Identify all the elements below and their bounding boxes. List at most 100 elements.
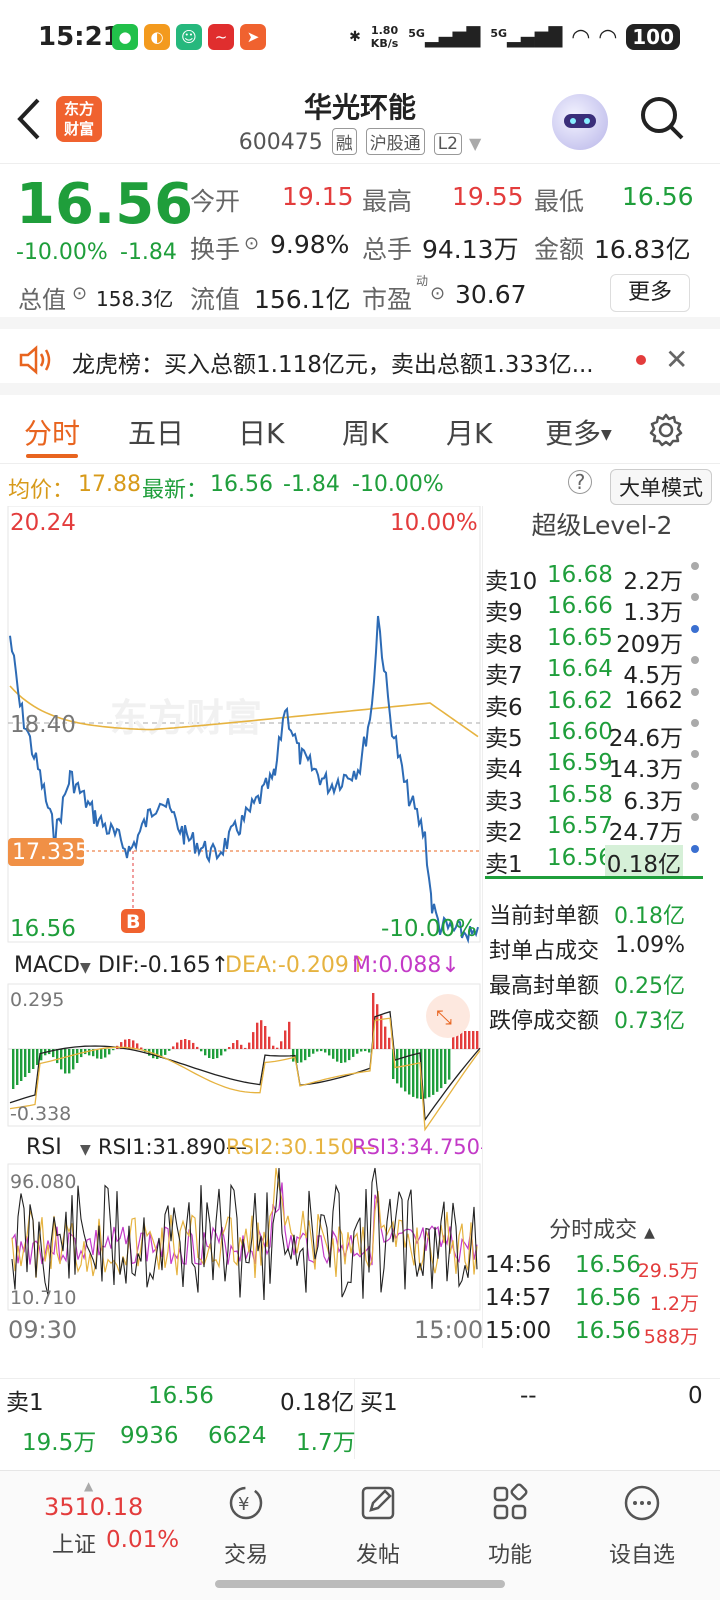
macd-bar <box>36 1049 39 1065</box>
macd-bar <box>336 1049 339 1062</box>
level2-title[interactable]: 超级Level-2 <box>483 506 720 546</box>
ask-volume: 6.3万 <box>623 788 683 815</box>
macd-bar <box>424 1049 427 1099</box>
tab-weekly-k[interactable]: 周K <box>342 412 388 452</box>
volume-value: 94.13万 <box>422 235 519 264</box>
macd-bar <box>276 1047 279 1049</box>
rsi1-line <box>11 1167 478 1301</box>
macd-bar <box>312 1049 315 1054</box>
open-label: 今开 <box>190 187 241 216</box>
macd-bar <box>300 1049 303 1063</box>
tab-more[interactable]: 更多▼ <box>545 412 612 452</box>
macd-bar <box>448 1049 451 1080</box>
macd-bar <box>240 1044 243 1049</box>
limit-stat-row: 封单占成交 1.09% <box>483 933 705 965</box>
ask-dot <box>691 593 699 602</box>
tab-daily-k[interactable]: 日K <box>238 412 284 452</box>
ask-volume: 24.7万 <box>608 820 683 847</box>
index-name: 上证 <box>52 1533 97 1558</box>
change-abs: -1.84 <box>120 240 177 265</box>
macd-bar <box>444 1049 447 1084</box>
ask-label: 卖4 <box>485 757 523 784</box>
ask-label: 卖8 <box>485 631 523 658</box>
bottom-price-label: 16.56 <box>10 916 76 942</box>
pe-info-icon[interactable]: ⊙ <box>430 283 445 304</box>
chart-tabs: 分时 五日 日K 周K 月K 更多▼ <box>0 400 720 464</box>
home-indicator[interactable] <box>215 1580 505 1588</box>
help-icon[interactable]: ? <box>568 470 592 494</box>
macd-bar <box>324 1049 327 1053</box>
low-value: 16.56 <box>622 182 694 211</box>
amount-label: 金额 <box>534 235 585 264</box>
ask-dot <box>691 844 699 853</box>
ask-row[interactable]: 卖8 16.65 209万 <box>483 624 705 658</box>
tick-price: 16.56 <box>575 1318 641 1344</box>
more-button[interactable]: 更多 <box>610 274 690 312</box>
close-icon[interactable]: ✕ <box>665 343 688 376</box>
macd-bar <box>188 1040 191 1049</box>
macd-bar <box>192 1042 195 1049</box>
nav-post[interactable]: 发帖 <box>328 1483 428 1569</box>
macd-bar <box>472 1031 475 1049</box>
watermark: 东方财富 <box>110 696 262 740</box>
info-icon[interactable]: ⊙ <box>72 283 87 304</box>
wechat-icon: ● <box>112 24 138 50</box>
turnover-info-icon[interactable]: ⊙ <box>244 233 259 254</box>
nav-add-watchlist[interactable]: 设自选 <box>592 1483 692 1569</box>
ask-row[interactable]: 卖6 16.62 1662 <box>483 687 705 721</box>
ask-row[interactable]: 卖4 16.59 14.3万 <box>483 750 705 784</box>
ask-row[interactable]: 卖2 16.57 24.7万 <box>483 813 705 847</box>
ask-row[interactable]: 卖1 16.56 0.18亿 <box>483 844 705 879</box>
macd-bar <box>12 1049 15 1089</box>
tab-intraday[interactable]: 分时 <box>24 412 80 458</box>
ticks-title[interactable]: 分时成交 ▲ <box>483 1212 720 1244</box>
rsi-dropdown-icon: ▼ <box>80 1142 91 1158</box>
ask-volume: 0.18亿 <box>604 844 683 879</box>
ask-row[interactable]: 卖10 16.68 2.2万 <box>483 562 705 595</box>
tick-time: 15:00 <box>485 1318 552 1344</box>
macd-bar <box>360 1049 363 1052</box>
macd-bar <box>412 1049 415 1097</box>
rsi1-value: RSI1:31.890— <box>98 1135 247 1159</box>
stat-label: 封单占成交 <box>489 939 600 964</box>
macd-bar <box>184 1039 187 1049</box>
intraday-chart[interactable]: 东方财富 20.24 10.00% 18.40 17.335 B 16.56 -… <box>0 506 482 1348</box>
buy1-price: -- <box>520 1383 537 1409</box>
macd-bar <box>212 1049 215 1059</box>
volume-label: 总手 <box>362 235 413 264</box>
detail-cell: 1.7万 <box>296 1430 356 1456</box>
amount-value: 16.83亿 <box>594 235 691 264</box>
high-label: 最高 <box>362 187 413 216</box>
macd-bar <box>428 1049 431 1098</box>
macd-bar <box>308 1049 311 1057</box>
macd-bar <box>260 1020 263 1049</box>
notice-bar[interactable]: 龙虎榜：买入总额1.118亿元，卖出总额1.333亿... ✕ <box>0 329 720 395</box>
stock-code-row[interactable]: 600475 融 沪股通 L2 ▼ <box>0 128 720 155</box>
tab-five-day[interactable]: 五日 <box>128 412 184 452</box>
ask-row[interactable]: 卖7 16.64 4.5万 <box>483 656 705 690</box>
macd-bar <box>104 1049 107 1058</box>
ask-row[interactable]: 卖5 16.60 24.6万 <box>483 719 705 752</box>
robot-assistant-icon[interactable] <box>552 94 608 150</box>
tab-monthly-k[interactable]: 月K <box>446 412 492 452</box>
notice-text: 龙虎榜：买入总额1.118亿元，卖出总额1.333亿... <box>72 352 594 378</box>
gear-icon[interactable] <box>648 412 684 448</box>
nav-function[interactable]: 功能 <box>460 1483 560 1569</box>
rsi-min: 10.710 <box>10 1287 76 1309</box>
time-end: 15:00 <box>414 1316 482 1344</box>
macd-bar <box>220 1049 223 1056</box>
latest-change: -1.84 <box>283 472 340 497</box>
ask-row[interactable]: 卖3 16.58 6.3万 <box>483 781 705 815</box>
ask-label: 卖10 <box>485 569 538 595</box>
index-change: 0.01% <box>106 1527 180 1553</box>
nav-trade[interactable]: ¥ 交易 <box>196 1483 296 1569</box>
ask-label: 卖7 <box>485 663 523 690</box>
ask-row[interactable]: 卖9 16.66 1.3万 <box>483 593 705 626</box>
macd-bar <box>204 1049 207 1056</box>
ask-dot <box>691 813 699 822</box>
big-order-mode-button[interactable]: 大单模式 <box>610 469 712 505</box>
macd-bar <box>236 1040 239 1049</box>
buy-marker-b: B <box>126 911 140 933</box>
search-button[interactable] <box>638 94 686 146</box>
macd-bar <box>96 1049 99 1059</box>
